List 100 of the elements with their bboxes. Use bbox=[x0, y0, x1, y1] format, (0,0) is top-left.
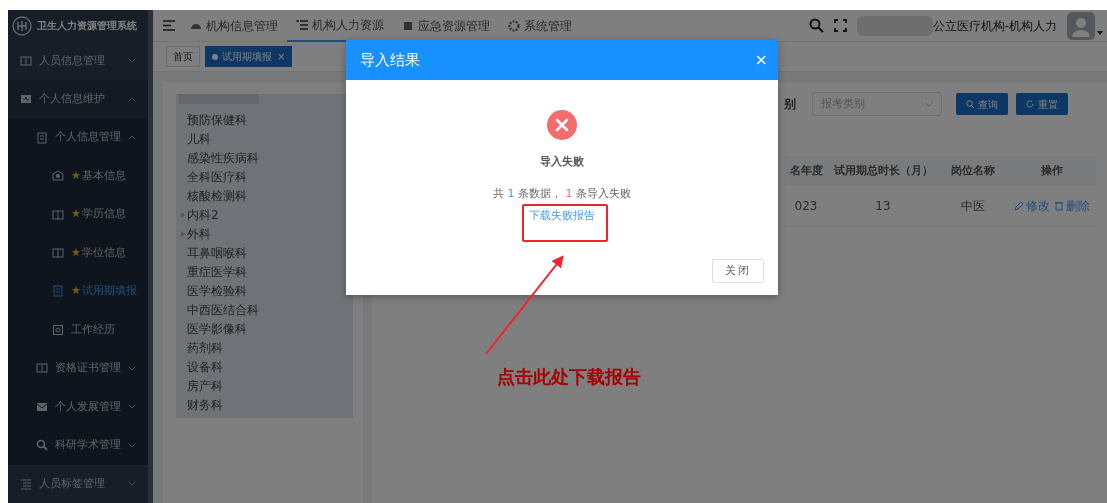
sidebar-item-label: ★学位信息 bbox=[71, 244, 126, 261]
document-icon bbox=[36, 131, 48, 144]
action-link[interactable]: 修改 bbox=[1012, 197, 1052, 215]
chevron-down-icon bbox=[128, 58, 136, 64]
dialog-title: 导入结果 bbox=[360, 49, 420, 71]
sidebar-item-label: 个人信息维护 bbox=[39, 90, 105, 107]
table-cell: 023 bbox=[784, 186, 828, 227]
summary-text: 共 1 条数据， 1 条导入失败 bbox=[493, 185, 631, 202]
book-icon bbox=[52, 247, 64, 260]
tree-node[interactable]: 药剂科 bbox=[176, 338, 353, 357]
chevron-up-icon bbox=[128, 96, 136, 102]
envelope-icon bbox=[36, 400, 48, 413]
column-header: 名年度 bbox=[784, 156, 828, 186]
action-link[interactable]: 删除 bbox=[1052, 197, 1092, 215]
fullscreen-icon[interactable] bbox=[833, 19, 847, 32]
tree-node-label: 外科 bbox=[187, 225, 211, 243]
download-link[interactable]: 下载失败报告 bbox=[529, 208, 595, 225]
badge-icon bbox=[52, 170, 64, 183]
book-icon bbox=[36, 362, 48, 375]
tree-node[interactable]: 内科2 bbox=[176, 205, 353, 224]
refresh-icon bbox=[1026, 100, 1034, 108]
tree-node[interactable]: 房产科 bbox=[176, 376, 353, 395]
frame-icon bbox=[52, 323, 64, 336]
sidebar-item[interactable]: 科研学术管理 bbox=[8, 426, 148, 465]
sidebar-item[interactable]: 资格证书管理 bbox=[8, 349, 148, 388]
gear-icon bbox=[508, 19, 520, 32]
tree-node[interactable]: 中西医结合科 bbox=[176, 300, 353, 319]
tree-node[interactable]: 医学影像科 bbox=[176, 319, 353, 338]
book-icon bbox=[52, 208, 64, 221]
column-header: 试用期总时长（月） bbox=[828, 156, 938, 186]
tree-node[interactable]: 外科 bbox=[176, 224, 353, 243]
sidebar-item[interactable]: 人员信息管理 bbox=[8, 41, 148, 80]
sidebar-item-label: ★学历信息 bbox=[71, 206, 126, 223]
sidebar-item[interactable]: 个人信息管理 bbox=[8, 118, 148, 157]
list-icon bbox=[20, 477, 32, 490]
close-icon[interactable]: × bbox=[754, 48, 768, 72]
tree-node-label: 药剂科 bbox=[187, 339, 223, 357]
tree-node[interactable]: 财务科 bbox=[176, 395, 353, 414]
search-icon bbox=[966, 100, 974, 108]
close-icon[interactable]: × bbox=[277, 51, 286, 62]
tree-node-label: 重症医学科 bbox=[187, 263, 247, 281]
list-icon bbox=[296, 18, 308, 31]
sidebar-item[interactable]: ★基本信息 bbox=[8, 156, 148, 196]
search-icon bbox=[36, 439, 48, 452]
chevron-down-icon bbox=[128, 442, 136, 448]
app-title: 卫生人力资源管理系统 bbox=[37, 19, 137, 34]
sidebar-item-label: 人员信息管理 bbox=[39, 52, 105, 69]
close-button[interactable]: 关闭 bbox=[712, 258, 764, 283]
tree-node-label: 预防保健科 bbox=[187, 111, 247, 129]
sidebar-item[interactable]: ★试用期填报 bbox=[8, 272, 148, 311]
expand-icon bbox=[181, 230, 185, 237]
sidebar-item-label: 个人信息管理 bbox=[55, 129, 121, 146]
nav-tab[interactable]: 应急资源管理 bbox=[393, 9, 499, 42]
sidebar-item-label: 科研学术管理 bbox=[55, 437, 121, 454]
column-header: 岗位名称 bbox=[938, 156, 1008, 186]
table-cell: 13 bbox=[828, 186, 938, 227]
tree-node-label: 医学检验科 bbox=[187, 282, 247, 300]
annotation-text: 点击此处下载报告 bbox=[497, 365, 641, 389]
tree-node-label: 儿科 bbox=[187, 130, 211, 148]
tree-node-label: 感染性疾病科 bbox=[187, 149, 259, 167]
sidebar-item-label: 个人发展管理 bbox=[55, 398, 121, 415]
page-tab[interactable]: 首页 bbox=[166, 46, 200, 67]
tree-node-label: 医学影像科 bbox=[187, 320, 247, 338]
filter-button[interactable]: 重置 bbox=[1016, 93, 1068, 115]
search-icon[interactable] bbox=[808, 18, 824, 33]
chevron-down-icon bbox=[128, 481, 136, 487]
status-text: 导入失败 bbox=[540, 154, 584, 170]
table-cell: 中医 bbox=[938, 186, 1008, 227]
chevron-down-icon bbox=[925, 101, 933, 107]
nav-tab[interactable]: 系统管理 bbox=[499, 9, 581, 42]
error-icon bbox=[547, 110, 577, 140]
caret-icon bbox=[1097, 30, 1103, 35]
pencil-icon bbox=[1014, 201, 1024, 211]
tree-node-label: 耳鼻咽喉科 bbox=[187, 244, 247, 262]
tree-node-label: 财务科 bbox=[187, 396, 223, 414]
card-icon bbox=[20, 93, 32, 106]
sidebar-item-label: 工作经历 bbox=[71, 321, 115, 338]
tree-node-label: 全科医疗科 bbox=[187, 168, 247, 186]
chevron-down-icon bbox=[128, 365, 136, 371]
filter-button[interactable]: 查询 bbox=[956, 93, 1008, 115]
picture-icon bbox=[402, 19, 414, 32]
document-icon bbox=[52, 285, 64, 298]
sidebar-item-label: ★基本信息 bbox=[71, 167, 126, 184]
tree-node[interactable]: 设备科 bbox=[176, 357, 353, 376]
sidebar-item-label: 人员标签管理 bbox=[39, 475, 105, 492]
sidebar-item[interactable]: ★学位信息 bbox=[8, 233, 148, 273]
page-tab[interactable]: 试用期填报 × bbox=[205, 46, 293, 67]
tree-node-label: 设备科 bbox=[187, 358, 223, 376]
sidebar-item[interactable]: 个人信息维护 bbox=[8, 80, 148, 119]
filter-label: 别 bbox=[784, 96, 796, 113]
book-icon bbox=[20, 54, 32, 67]
chevron-up-icon bbox=[128, 135, 136, 141]
sidebar-item[interactable]: 个人发展管理 bbox=[8, 387, 148, 427]
sidebar-item[interactable]: ★学历信息 bbox=[8, 195, 148, 234]
menu-toggle-icon[interactable] bbox=[163, 20, 175, 31]
sidebar-item[interactable]: 工作经历 bbox=[8, 310, 148, 350]
nav-tab[interactable]: 机构信息管理 bbox=[181, 9, 287, 42]
sidebar-item-label: ★试用期填报 bbox=[71, 283, 137, 300]
expand-icon bbox=[181, 211, 185, 218]
chevron-down-icon bbox=[128, 404, 136, 410]
